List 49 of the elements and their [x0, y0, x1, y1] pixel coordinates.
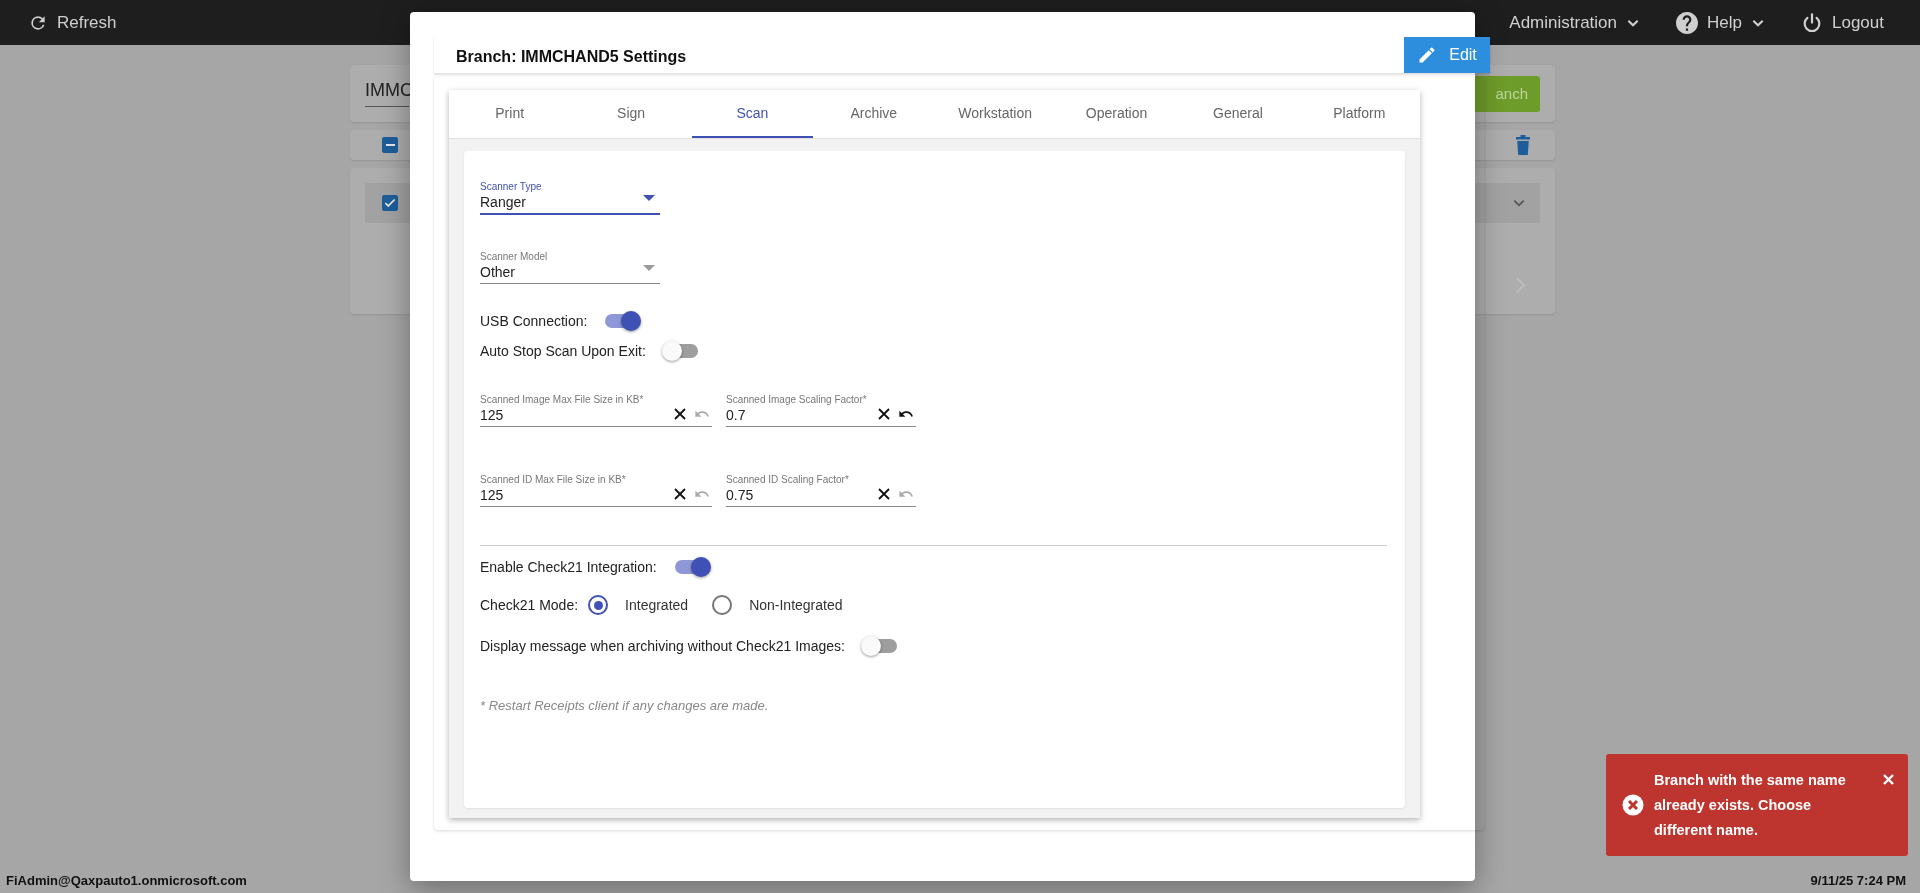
- radio-button[interactable]: [588, 595, 609, 615]
- scanner-model-select[interactable]: Scanner Model Other: [480, 246, 660, 284]
- nav-menu-button[interactable]: Logout: [1801, 11, 1884, 34]
- tab[interactable]: Sign: [570, 90, 692, 138]
- toggle-switch[interactable]: [663, 344, 698, 358]
- search-field[interactable]: IMMC: [365, 80, 409, 107]
- toggle-switch[interactable]: [862, 639, 897, 653]
- clear-icon[interactable]: [674, 488, 686, 500]
- restart-note: * Restart Receipts client if any changes are made.: [480, 698, 770, 713]
- nav-menu-button[interactable]: Administration: [1509, 11, 1641, 34]
- number-field[interactable]: Scanned ID Scaling Factor* 0.75: [726, 469, 916, 507]
- number-field[interactable]: Scanned ID Max File Size in KB* 125: [480, 469, 712, 507]
- error-icon: [1622, 794, 1644, 816]
- tab[interactable]: Print: [449, 90, 571, 138]
- date-time: 9/11/25 7:24 PM: [1810, 873, 1906, 888]
- toggle-label: Display message when archiving without Check21 Images:: [480, 638, 845, 654]
- nav-menu-button[interactable]: Help: [1676, 11, 1765, 34]
- tab[interactable]: Operation: [1055, 90, 1178, 138]
- toggle-label: USB Connection:: [480, 313, 588, 329]
- clear-icon[interactable]: [878, 408, 890, 420]
- close-icon[interactable]: [1883, 774, 1894, 785]
- number-field[interactable]: Scanned Image Scaling Factor* 0.7: [726, 389, 916, 427]
- power-icon: [1801, 11, 1823, 34]
- help-icon: [1676, 11, 1699, 34]
- toast-message: Branch with the same name already exists. Choose different name.: [1654, 770, 1847, 840]
- dropdown-caret-icon: [643, 265, 655, 271]
- scanner-type-select[interactable]: Scanner Type Ranger: [480, 177, 660, 215]
- tab[interactable]: Platform: [1298, 90, 1420, 138]
- dialog-title: Branch: IMMCHAND5 Settings: [456, 47, 687, 66]
- select-all-checkbox[interactable]: [382, 137, 398, 153]
- number-field[interactable]: Scanned Image Max File Size in KB* 125: [480, 389, 712, 427]
- radio-button[interactable]: [712, 595, 733, 615]
- toggle-label: Auto Stop Scan Upon Exit:: [480, 343, 646, 359]
- dropdown-caret-icon: [643, 195, 655, 201]
- trash-icon[interactable]: [1515, 135, 1531, 155]
- toggle-switch[interactable]: [674, 560, 709, 574]
- radio-group-label: Check21 Mode:: [480, 597, 579, 613]
- tab[interactable]: Workstation: [934, 90, 1056, 138]
- clear-icon[interactable]: [878, 488, 890, 500]
- user-email: FiAdmin@Qaxpauto1.onmicrosoft.com: [6, 873, 247, 888]
- toggle-label: Enable Check21 Integration:: [480, 559, 657, 575]
- radio-label[interactable]: Non-Integrated: [749, 597, 843, 613]
- tab[interactable]: Archive: [813, 90, 935, 138]
- refresh-button[interactable]: Refresh: [28, 12, 117, 33]
- toggle-switch[interactable]: [605, 314, 640, 328]
- clear-icon[interactable]: [674, 408, 686, 420]
- row-checkbox[interactable]: [382, 195, 398, 211]
- radio-label[interactable]: Integrated: [625, 597, 689, 613]
- tab[interactable]: General: [1177, 90, 1299, 138]
